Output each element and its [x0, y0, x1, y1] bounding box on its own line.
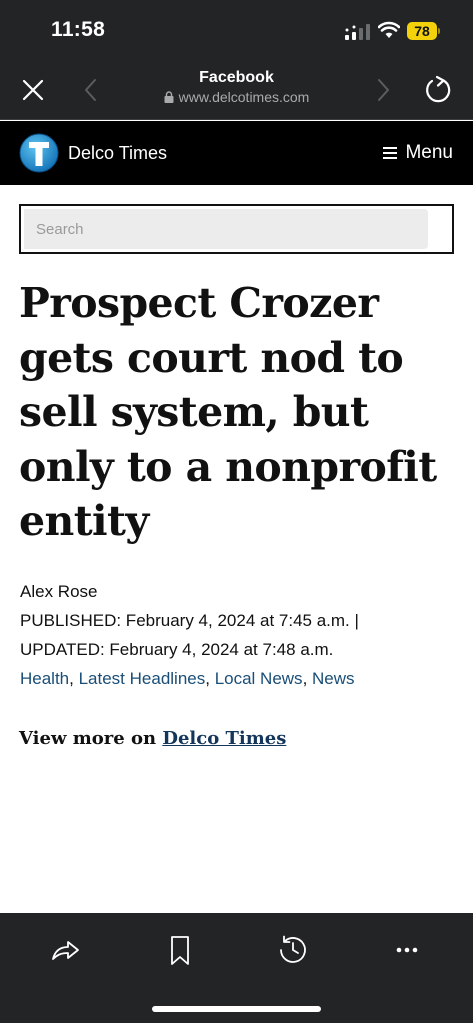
updated-date: UPDATED: February 4, 2024 at 7:48 a.m.: [20, 640, 334, 659]
history-icon[interactable]: [276, 933, 310, 967]
category-link-news[interactable]: News: [312, 669, 355, 688]
search-box: [19, 204, 454, 254]
battery-indicator: 78: [407, 22, 440, 40]
page-title: Facebook: [199, 69, 274, 86]
cellular-signal-icon: [345, 24, 370, 40]
site-header: Delco Times Menu: [0, 121, 473, 185]
menu-label: Menu: [405, 142, 453, 163]
wifi-icon: [378, 21, 400, 38]
category-link-local-news[interactable]: Local News: [215, 669, 303, 688]
site-name[interactable]: Delco Times: [68, 143, 167, 164]
reload-icon[interactable]: [423, 74, 455, 106]
published-date: PUBLISHED: February 4, 2024 at 7:45 a.m.…: [20, 611, 359, 630]
bookmark-icon[interactable]: [163, 933, 197, 967]
status-bar: 11:58 78: [0, 0, 473, 62]
status-time: 11:58: [51, 18, 106, 41]
hamburger-icon: [383, 147, 398, 159]
search-input[interactable]: [24, 209, 428, 249]
lock-icon: [164, 91, 174, 103]
category-link-health[interactable]: Health: [20, 669, 69, 688]
view-more-prefix: View more on: [19, 728, 157, 749]
category-list: Health, Latest Headlines, Local News, Ne…: [20, 669, 355, 688]
delco-times-logo[interactable]: [19, 133, 59, 173]
home-indicator[interactable]: [152, 1006, 321, 1012]
article-headline: Prospect Crozer gets court nod to sell s…: [19, 279, 437, 545]
battery-level: 78: [407, 22, 437, 40]
view-more: View more on Delco Times: [19, 728, 286, 749]
share-icon[interactable]: [49, 933, 83, 967]
url-text: www.delcotimes.com: [178, 89, 310, 105]
forward-icon[interactable]: [372, 75, 394, 105]
view-more-link[interactable]: Delco Times: [162, 728, 286, 749]
more-icon[interactable]: [390, 933, 424, 967]
category-link-latest-headlines[interactable]: Latest Headlines: [79, 669, 206, 688]
browser-toolbar: Facebook www.delcotimes.com: [0, 62, 473, 120]
page-url[interactable]: www.delcotimes.com: [0, 89, 473, 105]
menu-button[interactable]: Menu: [383, 142, 453, 164]
article-author: Alex Rose: [20, 582, 98, 601]
